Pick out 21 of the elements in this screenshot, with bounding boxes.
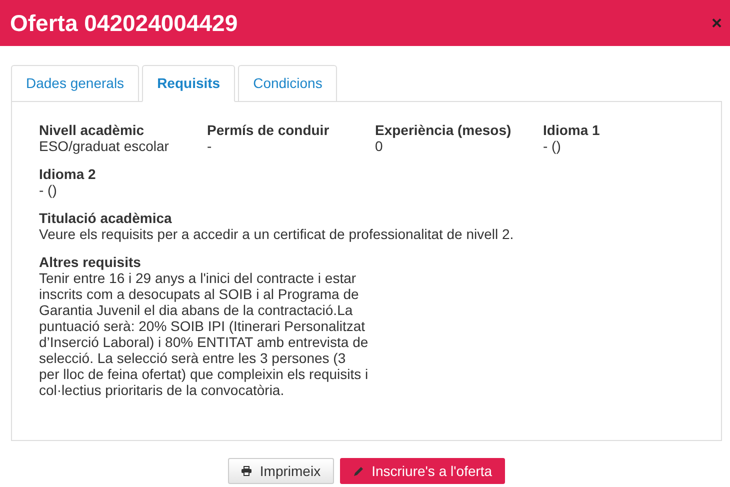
print-button[interactable]: Imprimeix xyxy=(228,458,334,484)
field-label: Idioma 2 xyxy=(39,166,97,182)
field-value: ESO/graduat escolar xyxy=(39,138,170,154)
window-title: Oferta 042024004429 xyxy=(10,10,238,36)
field-value: - xyxy=(207,138,213,154)
apply-button[interactable]: Inscriure's a l'oferta xyxy=(340,458,506,484)
field-label: Experiència (mesos) xyxy=(375,122,512,138)
tab[interactable]: Condicions xyxy=(238,65,338,102)
tab[interactable]: Dades generals xyxy=(11,65,140,102)
field-value: - () xyxy=(543,138,562,154)
section-text: Tenir entre 16 i 29 anys a l'inici del contracte i estar inscrits com a desocupats al SOIB i al Programa de Garantia Juvenil el dia abans de la contractació.La puntuació serà: 20% SOIB IPI (Itinerari Personalitzat d’Inserció Laboral) i 80% ENTITAT amb entrevista de selecció. La selecció serà entre les 3 persones (3 per lloc de feina ofertat) que compleixin els requisits i col·lectius prioritaris de la convocatòria. xyxy=(39,270,369,398)
field-value: 0 xyxy=(375,138,384,154)
section-text: Veure els requisits per a accedir a un certificat de professionalitat de nivell 2. xyxy=(39,226,515,242)
section-label: Altres requisits xyxy=(39,254,142,270)
field-label: Permís de conduir xyxy=(207,122,330,138)
tab[interactable]: Requisits xyxy=(142,65,236,102)
field-label: Idioma 1 xyxy=(543,122,601,138)
close-button[interactable]: × xyxy=(711,12,722,34)
section-label: Titulació acadèmica xyxy=(39,210,173,226)
field-label: Nivell acadèmic xyxy=(39,122,146,138)
field-value: - () xyxy=(39,182,58,198)
